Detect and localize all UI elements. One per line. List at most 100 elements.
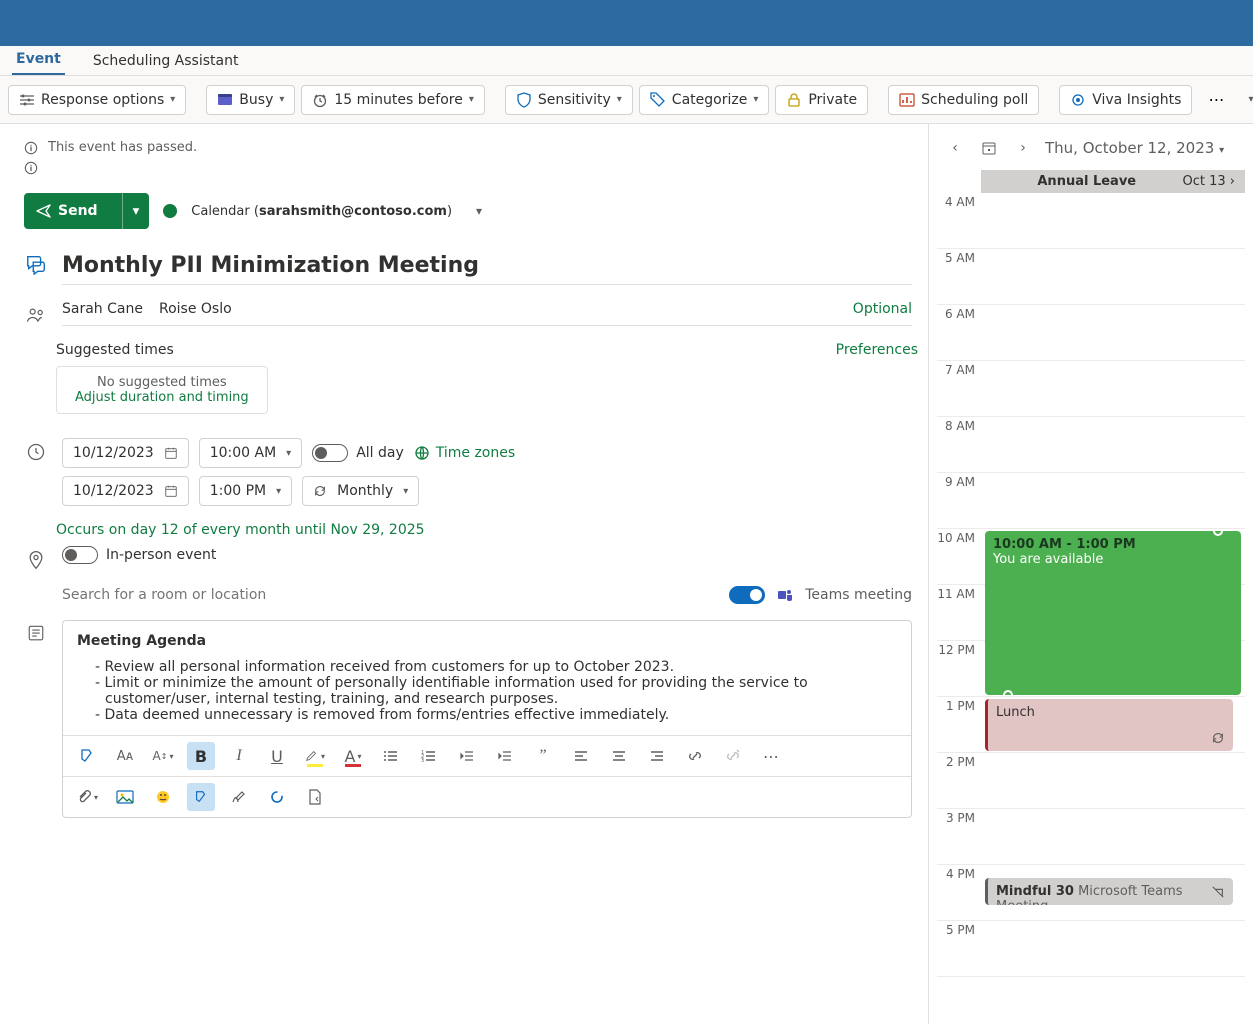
recurrence-summary: Occurs on day 12 of every month until No…: [18, 514, 918, 538]
loop-button[interactable]: [263, 783, 291, 811]
time-slot[interactable]: 6 AM: [937, 305, 1245, 361]
calendar-event-current[interactable]: 10:00 AM - 1:00 PMYou are available: [985, 531, 1241, 695]
adjust-timing-link[interactable]: Adjust duration and timing: [75, 390, 249, 405]
calendar-icon: [164, 484, 178, 498]
description-icon: [27, 624, 45, 642]
hour-label: 6 AM: [937, 305, 981, 360]
recurrence-select[interactable]: Monthly ▾: [302, 476, 419, 506]
time-slot[interactable]: 8 AM: [937, 417, 1245, 473]
underline-button[interactable]: U: [263, 742, 291, 770]
start-time-select[interactable]: 10:00 AM ▾: [199, 438, 302, 468]
today-button[interactable]: [977, 136, 1001, 160]
scheduling-poll-button[interactable]: Scheduling poll: [888, 85, 1039, 115]
editor-button[interactable]: [187, 783, 215, 811]
chevron-down-icon[interactable]: ▾: [476, 204, 482, 218]
align-center-button[interactable]: [605, 742, 633, 770]
attach-button[interactable]: ▾: [73, 783, 101, 811]
reminder-button[interactable]: 15 minutes before ▾: [301, 85, 484, 115]
align-left-button[interactable]: [567, 742, 595, 770]
tab-event[interactable]: Event: [12, 45, 65, 75]
font-button[interactable]: Aᴀ: [111, 742, 139, 770]
quote-button[interactable]: ”: [529, 742, 557, 770]
bold-button[interactable]: B: [187, 742, 215, 770]
calendar-event-mindful[interactable]: Mindful 30 Microsoft Teams Meeting: [985, 878, 1233, 905]
emoji-button[interactable]: [149, 783, 177, 811]
send-split-button[interactable]: ▾: [122, 193, 150, 229]
show-as-button[interactable]: Busy ▾: [206, 85, 295, 115]
attendee-chip[interactable]: Roise Oslo: [159, 301, 232, 317]
sensitivity-button[interactable]: Sensitivity ▾: [505, 85, 633, 115]
calendar-time-grid[interactable]: 4 AM5 AM6 AM7 AM8 AM9 AM10 AM11 AM12 PM1…: [937, 193, 1245, 977]
categorize-button[interactable]: Categorize ▾: [639, 85, 770, 115]
numbering-button[interactable]: 123: [415, 742, 443, 770]
event-title-input[interactable]: [62, 249, 912, 285]
time-slot[interactable]: 5 PM: [937, 921, 1245, 977]
calendar-event-lunch[interactable]: Lunch: [985, 699, 1233, 751]
send-button[interactable]: Send ▾: [24, 193, 149, 229]
increase-indent-button[interactable]: [491, 742, 519, 770]
next-day-button[interactable]: ›: [1011, 136, 1035, 160]
all-day-toggle[interactable]: [312, 444, 348, 462]
chevron-down-icon: ▾: [469, 94, 474, 105]
preferences-link[interactable]: Preferences: [836, 342, 918, 358]
hour-label: 4 AM: [937, 193, 981, 248]
bullets-button[interactable]: [377, 742, 405, 770]
description-editor[interactable]: Meeting Agenda - Review all personal inf…: [63, 621, 911, 735]
ribbon-dropdown-icon[interactable]: ▾: [1240, 94, 1253, 105]
prev-day-button[interactable]: ‹: [943, 136, 967, 160]
align-right-button[interactable]: [643, 742, 671, 770]
insert-picture-button[interactable]: [111, 783, 139, 811]
repeat-icon: [313, 484, 327, 498]
location-icon: [26, 550, 46, 570]
hour-label: 2 PM: [937, 753, 981, 808]
send-icon: [36, 203, 52, 219]
people-icon: [26, 305, 46, 325]
template-button[interactable]: [301, 783, 329, 811]
time-slot[interactable]: 5 AM: [937, 249, 1245, 305]
suggested-times-box: No suggested times Adjust duration and t…: [56, 366, 268, 414]
viva-icon: [1070, 92, 1086, 108]
highlight-button[interactable]: ▾: [301, 742, 329, 770]
all-day-event-bar[interactable]: Annual Leave Oct 13 ›: [981, 170, 1245, 193]
hour-label: 4 PM: [937, 865, 981, 920]
in-person-toggle[interactable]: [62, 546, 98, 564]
private-button[interactable]: Private: [775, 85, 868, 115]
time-zones-link[interactable]: Time zones: [414, 445, 515, 461]
busy-icon: [217, 92, 233, 108]
end-date-input[interactable]: 10/12/2023: [62, 476, 189, 506]
link-button[interactable]: [681, 742, 709, 770]
location-search-input[interactable]: [62, 587, 717, 603]
teams-meeting-toggle[interactable]: [729, 586, 765, 604]
font-color-button[interactable]: A▾: [339, 742, 367, 770]
time-slot[interactable]: 3 PM: [937, 809, 1245, 865]
optional-attendees-link[interactable]: Optional: [853, 301, 912, 317]
ribbon-overflow-button[interactable]: ⋯: [1198, 84, 1234, 115]
format-painter-button[interactable]: [73, 742, 101, 770]
time-slot[interactable]: 4 AM: [937, 193, 1245, 249]
decrease-indent-button[interactable]: [453, 742, 481, 770]
end-time-select[interactable]: 1:00 PM ▾: [199, 476, 292, 506]
unlink-button[interactable]: [719, 742, 747, 770]
hour-label: 9 AM: [937, 473, 981, 528]
event-form-panel: This event has passed. Send ▾ Calendar (…: [0, 124, 929, 1024]
time-slot[interactable]: 9 AM: [937, 473, 1245, 529]
response-options-button[interactable]: Response options ▾: [8, 85, 186, 115]
format-overflow-button[interactable]: ⋯: [757, 742, 785, 770]
italic-button[interactable]: I: [225, 742, 253, 770]
time-slot[interactable]: 2 PM: [937, 753, 1245, 809]
calendar-date-picker[interactable]: Thu, October 12, 2023 ▾: [1045, 139, 1224, 157]
signature-button[interactable]: [225, 783, 253, 811]
font-size-button[interactable]: A↕▾: [149, 742, 177, 770]
tab-scheduling-assistant[interactable]: Scheduling Assistant: [89, 47, 243, 75]
start-date-input[interactable]: 10/12/2023: [62, 438, 189, 468]
in-person-label: In-person event: [106, 547, 216, 563]
time-slot[interactable]: 7 AM: [937, 361, 1245, 417]
info-icon: [24, 161, 38, 175]
all-day-label: All day: [356, 445, 404, 461]
chevron-down-icon: ▾: [279, 94, 284, 105]
viva-insights-button[interactable]: Viva Insights: [1059, 85, 1192, 115]
clock-icon: [26, 442, 46, 462]
chevron-down-icon: ▾: [617, 94, 622, 105]
attendee-chip[interactable]: Sarah Cane: [62, 301, 143, 317]
calendar-picker[interactable]: Calendar (sarahsmith@contoso.com): [191, 204, 452, 219]
